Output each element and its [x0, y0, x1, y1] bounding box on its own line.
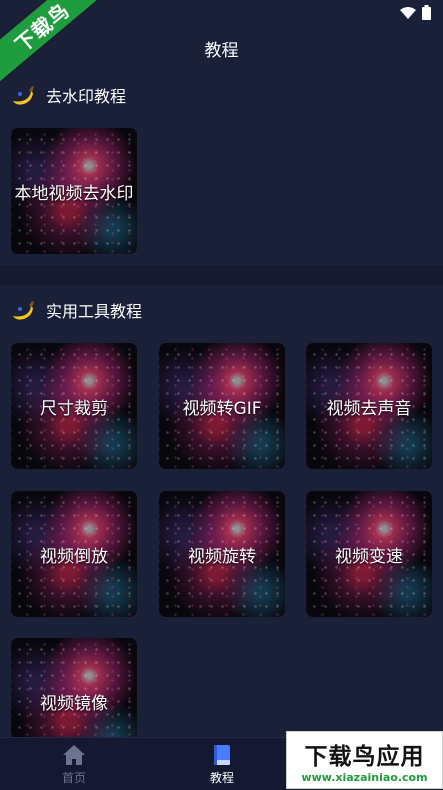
tutorial-card-local-video-watermark[interactable]: 本地视频去水印: [11, 128, 137, 254]
nav-item-home[interactable]: 首页: [34, 744, 114, 786]
tutorial-card-speed[interactable]: 视频变速: [306, 491, 432, 617]
page-title: 教程: [204, 41, 239, 61]
section-title: 去水印教程: [46, 87, 127, 106]
card-label: 本地视频去水印: [14, 183, 134, 204]
battery-icon: [422, 5, 431, 20]
nav-item-tutorial[interactable]: 教程: [182, 744, 262, 786]
banana-icon: [13, 301, 34, 320]
section-title: 实用工具教程: [46, 302, 143, 321]
card-label: 视频倒放: [40, 546, 108, 567]
nav-label: 首页: [61, 771, 86, 785]
card-label: 视频旋转: [188, 546, 256, 567]
card-label: 视频转GIF: [182, 398, 262, 419]
watermark-badge-url: www.xiazainiao.com: [301, 770, 428, 784]
section-header-watermark-removal: 去水印教程: [10, 82, 126, 108]
book-icon: [214, 745, 230, 765]
banana-icon: [13, 86, 34, 105]
watermark-badge: 下载鸟应用 www.xiazainiao.com: [286, 731, 443, 789]
section-divider: [0, 265, 443, 285]
card-label: 视频变速: [335, 546, 403, 567]
tutorial-card-rotate[interactable]: 视频旋转: [159, 491, 285, 617]
tutorial-card-video-to-gif[interactable]: 视频转GIF: [159, 343, 285, 469]
nav-label: 教程: [209, 771, 234, 785]
card-label: 视频镜像: [40, 693, 108, 714]
tutorial-card-remove-audio[interactable]: 视频去声音: [306, 343, 432, 469]
card-label: 视频去声音: [326, 398, 412, 419]
section-header-utility-tools: 实用工具教程: [10, 297, 142, 323]
wifi-icon: [400, 6, 416, 19]
card-label: 尺寸裁剪: [40, 398, 108, 419]
tutorial-card-crop[interactable]: 尺寸裁剪: [11, 343, 137, 469]
status-icons: [400, 5, 431, 20]
tutorial-card-reverse[interactable]: 视频倒放: [11, 491, 137, 617]
home-icon: [63, 745, 85, 765]
watermark-badge-title: 下载鸟应用: [304, 743, 425, 770]
